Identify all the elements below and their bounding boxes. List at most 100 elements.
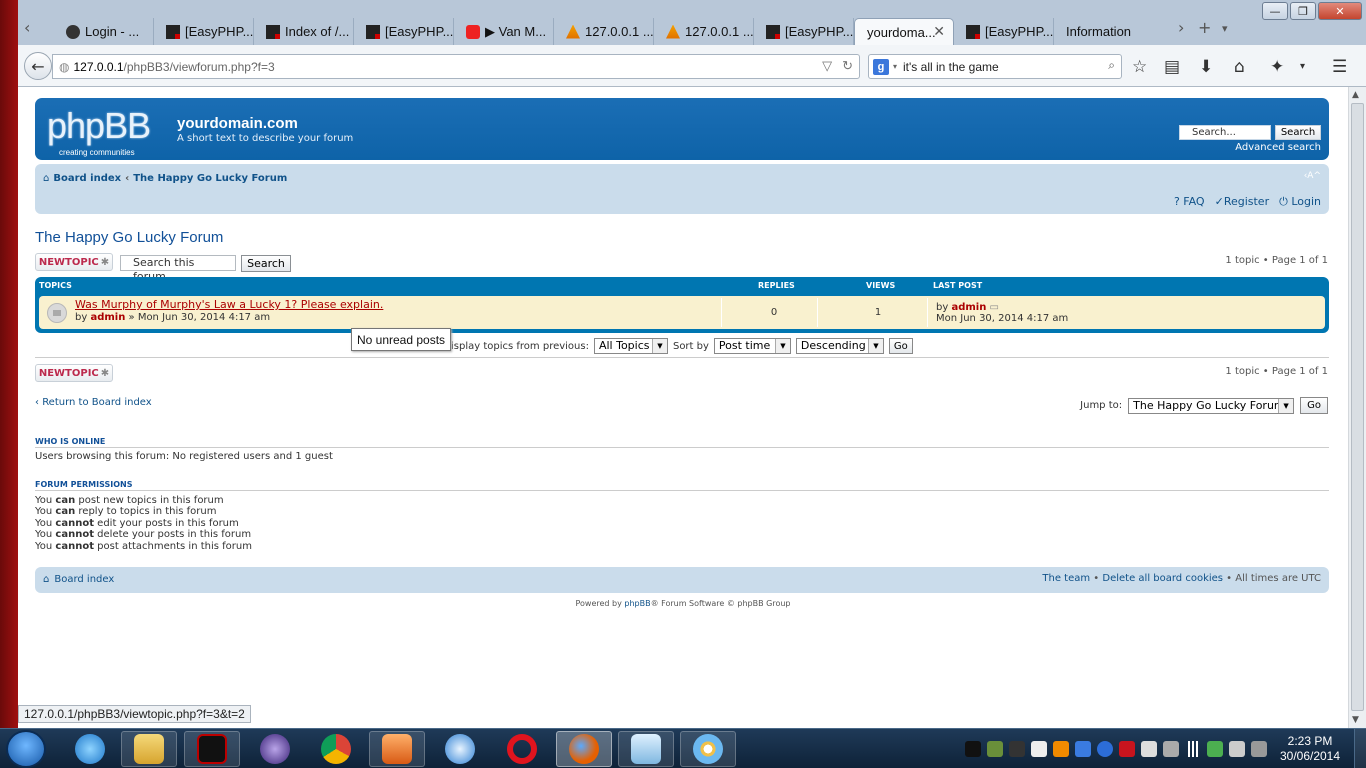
file-explorer-icon[interactable] xyxy=(121,731,177,767)
jump-to-select[interactable]: The Happy Go Lucky Forum ▼ xyxy=(1128,397,1295,414)
advanced-search-link[interactable]: Advanced search xyxy=(1235,142,1321,153)
easyphp-favicon-icon xyxy=(266,24,280,39)
tab-easyphp-3[interactable]: [EasyPHP... xyxy=(754,18,854,45)
tab-phpmyadmin-2[interactable]: 127.0.0.1 ... xyxy=(654,18,754,45)
tray-app-icon[interactable] xyxy=(1141,741,1157,757)
system-clock[interactable]: 2:23 PM 30/06/2014 xyxy=(1272,734,1348,764)
new-topic-button-bottom[interactable]: NEWTOPIC ✱ xyxy=(35,364,113,382)
header-search-input[interactable]: Search... xyxy=(1179,125,1271,140)
scroll-up-icon[interactable]: ▲ xyxy=(1352,90,1359,100)
forum-title[interactable]: The Happy Go Lucky Forum xyxy=(35,229,223,246)
topic-row[interactable]: Was Murphy of Murphy's Law a Lucky 1? Pl… xyxy=(39,296,1325,329)
tab-login[interactable]: Login - ... xyxy=(54,18,154,45)
battery-icon[interactable] xyxy=(1207,741,1223,757)
back-arrow-icon[interactable]: ← xyxy=(24,52,52,80)
tab-index-of[interactable]: Index of /... xyxy=(254,18,354,45)
sort-order-select[interactable]: Descending ▼ xyxy=(795,338,884,354)
bookmarks-list-icon[interactable]: ▤ xyxy=(1164,57,1180,77)
tab-easyphp-2[interactable]: [EasyPHP... xyxy=(354,18,454,45)
downloads-icon[interactable]: ⬇ xyxy=(1199,57,1213,77)
paint-icon[interactable] xyxy=(680,731,736,767)
view-latest-post-icon[interactable]: ▭ xyxy=(990,302,999,313)
addon-dropdown-icon[interactable]: ▾ xyxy=(1300,61,1305,72)
jump-go-button[interactable]: Go xyxy=(1300,397,1328,414)
menu-icon[interactable]: ☰ xyxy=(1332,57,1347,77)
maximize-icon[interactable]: ❐ xyxy=(1290,2,1316,20)
media-player-icon[interactable] xyxy=(369,731,425,767)
return-to-index-link[interactable]: ‹ Return to Board index xyxy=(35,397,152,408)
scrollbar-thumb[interactable] xyxy=(1351,103,1364,711)
easyphp-tray-icon[interactable] xyxy=(965,741,981,757)
sort-by-select[interactable]: Post time ▼ xyxy=(713,338,791,354)
header-search-button[interactable]: Search xyxy=(1275,125,1321,140)
web-search-bar[interactable]: g ▾ it's all in the game ⌕ xyxy=(868,54,1122,79)
acrobat-tray-icon[interactable] xyxy=(1119,741,1135,757)
addon-icon[interactable]: ✦ xyxy=(1270,57,1284,77)
who-is-online-text: Users browsing this forum: No registered… xyxy=(35,451,333,462)
device-icon[interactable] xyxy=(1229,741,1245,757)
url-dropdown-icon[interactable]: ▽ xyxy=(822,58,832,74)
bookmark-star-icon[interactable]: ☆ xyxy=(1132,57,1147,77)
internet-explorer-icon[interactable] xyxy=(62,731,118,767)
show-desktop-button[interactable] xyxy=(1354,729,1366,768)
tab-phpmyadmin-1[interactable]: 127.0.0.1 ... xyxy=(554,18,654,45)
network-signal-icon[interactable] xyxy=(1185,741,1201,757)
url-bar[interactable]: ◍ 127.0.0.1/phpBB3/viewforum.php?f=3 ▽ ↻ xyxy=(52,54,860,79)
chrome-icon[interactable] xyxy=(308,731,364,767)
phpbb-logo[interactable]: phpBB creating communities xyxy=(47,108,151,158)
dropdown-arrow-icon: ▼ xyxy=(867,339,883,353)
action-center-icon[interactable] xyxy=(1163,741,1179,757)
google-search-engine-icon[interactable]: g xyxy=(873,58,889,75)
vertical-scrollbar[interactable]: ▲ ▼ xyxy=(1348,87,1366,728)
register-link[interactable]: ✓Register xyxy=(1215,195,1270,209)
bluetooth-icon[interactable] xyxy=(1097,741,1113,757)
opera-icon[interactable] xyxy=(494,731,550,767)
login-link[interactable]: ⏻ Login xyxy=(1279,195,1321,209)
eclipse-icon[interactable] xyxy=(247,731,303,767)
last-post-author-link[interactable]: admin xyxy=(951,302,986,313)
tab-scroll-left-icon[interactable]: ‹ xyxy=(24,18,30,37)
forum-search-button[interactable]: Search xyxy=(241,255,291,272)
firefox-icon[interactable] xyxy=(556,731,612,767)
engine-dropdown-icon[interactable]: ▾ xyxy=(893,62,897,71)
phpbb-link[interactable]: phpBB xyxy=(624,599,650,608)
magnifier-icon[interactable]: ⌕ xyxy=(1108,58,1115,73)
breadcrumb-board-index[interactable]: Board index xyxy=(53,173,121,184)
tray-app-icon[interactable] xyxy=(1075,741,1091,757)
new-tab-icon[interactable]: + xyxy=(1198,18,1211,37)
safari-icon[interactable] xyxy=(432,731,488,767)
tray-app-icon[interactable] xyxy=(987,741,1003,757)
topic-title-link[interactable]: Was Murphy of Murphy's Law a Lucky 1? Pl… xyxy=(75,298,383,311)
breadcrumb-current-forum[interactable]: The Happy Go Lucky Forum xyxy=(133,173,287,184)
change-font-size-icon[interactable]: ‹A^ xyxy=(1304,171,1321,181)
notepad-icon[interactable] xyxy=(618,731,674,767)
faq-link[interactable]: ? FAQ xyxy=(1174,195,1205,209)
tab-easyphp-4[interactable]: [EasyPHP... xyxy=(954,18,1054,45)
tab-easyphp-1[interactable]: [EasyPHP... xyxy=(154,18,254,45)
tab-scroll-right-icon[interactable]: › xyxy=(1178,18,1184,37)
volume-icon[interactable] xyxy=(1251,741,1267,757)
new-topic-button[interactable]: NEWTOPIC ✱ xyxy=(35,253,113,271)
forum-search-input[interactable]: Search this forum... xyxy=(120,255,236,283)
sort-go-button[interactable]: Go xyxy=(888,338,913,354)
minimize-icon[interactable]: — xyxy=(1262,2,1288,20)
close-tab-icon[interactable]: ✕ xyxy=(933,23,945,40)
windows-start-icon[interactable] xyxy=(6,730,46,768)
the-team-link[interactable]: The team xyxy=(1042,573,1090,584)
delete-cookies-link[interactable]: Delete all board cookies xyxy=(1102,573,1223,584)
topic-author-link[interactable]: admin xyxy=(90,312,125,323)
tray-app-icon[interactable] xyxy=(1009,741,1025,757)
tab-yourdomain[interactable]: yourdoma... ✕ xyxy=(854,18,954,45)
display-period-select[interactable]: All Topics ▼ xyxy=(593,338,668,354)
tab-information[interactable]: Information xyxy=(1054,18,1174,45)
list-tabs-icon[interactable]: ▾ xyxy=(1222,22,1228,35)
reload-icon[interactable]: ↻ xyxy=(842,58,853,74)
scroll-down-icon[interactable]: ▼ xyxy=(1352,715,1359,725)
tab-youtube[interactable]: ▶ Van M... xyxy=(454,18,554,45)
tray-app-icon[interactable] xyxy=(1031,741,1047,757)
window-close-icon[interactable]: ✕ xyxy=(1318,2,1362,20)
home-icon[interactable]: ⌂ xyxy=(1234,57,1245,77)
footer-board-index-link[interactable]: ⌂ Board index xyxy=(43,574,114,585)
tray-app-icon[interactable] xyxy=(1053,741,1069,757)
easyphp-icon[interactable] xyxy=(184,731,240,767)
